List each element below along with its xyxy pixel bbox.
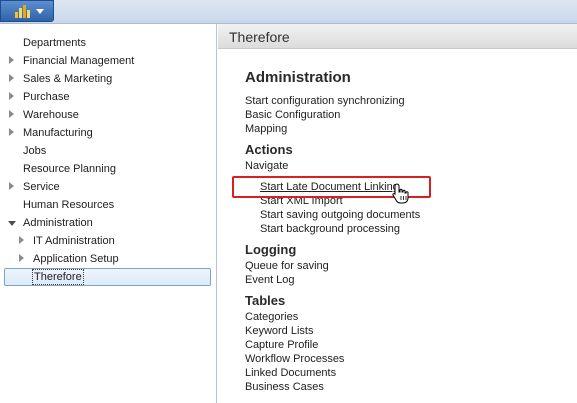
expand-arrow-icon[interactable] — [9, 56, 14, 64]
link-mapping[interactable]: Mapping — [245, 123, 287, 135]
link-start-saving-outgoing-documents[interactable]: Start saving outgoing documents — [260, 209, 420, 221]
section-heading-logging: Logging — [245, 242, 297, 257]
nav-item-label: Warehouse — [23, 109, 79, 121]
nav-item-purchase[interactable]: Purchase — [4, 88, 211, 106]
nav-item-warehouse[interactable]: Warehouse — [4, 106, 211, 124]
expand-arrow-icon[interactable] — [9, 92, 14, 100]
expand-arrow-icon[interactable] — [9, 128, 14, 136]
nav-item-it-administration[interactable]: IT Administration — [4, 232, 211, 250]
chevron-down-icon — [36, 9, 44, 14]
nav-item-label: Purchase — [23, 91, 70, 103]
expand-arrow-icon[interactable] — [19, 254, 24, 262]
nav-item-label: Manufacturing — [23, 127, 93, 139]
nav-item-label: Financial Management — [23, 55, 135, 67]
nav-item-therefore[interactable]: Therefore — [4, 268, 211, 286]
nav-item-service[interactable]: Service — [4, 178, 211, 196]
expand-arrow-icon[interactable] — [19, 236, 24, 244]
expand-arrow-icon[interactable] — [9, 182, 14, 190]
top-bar — [0, 0, 577, 24]
nav-item-application-setup[interactable]: Application Setup — [4, 250, 211, 268]
link-business-cases[interactable]: Business Cases — [245, 381, 324, 393]
section-heading-actions: Actions — [245, 142, 293, 157]
link-capture-profile[interactable]: Capture Profile — [245, 339, 318, 351]
nav-item-manufacturing[interactable]: Manufacturing — [4, 124, 211, 142]
nav-item-human-resources[interactable]: Human Resources — [4, 196, 211, 214]
link-queue-for-saving[interactable]: Queue for saving — [245, 260, 329, 272]
nav-item-label: Jobs — [23, 145, 47, 157]
link-workflow-processes[interactable]: Workflow Processes — [245, 353, 344, 365]
nav-item-label: Resource Planning — [23, 163, 116, 175]
link-start-background-processing[interactable]: Start background processing — [260, 223, 400, 235]
nav-item-label: IT Administration — [33, 235, 115, 247]
section-heading-tables: Tables — [245, 293, 286, 308]
nav-item-label: Sales & Marketing — [23, 73, 113, 85]
nav-item-jobs[interactable]: Jobs — [4, 142, 211, 160]
link-start-configuration-synchronizing[interactable]: Start configuration synchronizing — [245, 95, 405, 107]
content-pane: Therefore Administration Start configura… — [218, 24, 577, 403]
nav-item-resource-planning[interactable]: Resource Planning — [4, 160, 211, 178]
page-title: Therefore — [218, 24, 577, 49]
nav-item-departments[interactable]: Departments — [4, 34, 211, 52]
section-heading-administration: Administration — [245, 69, 351, 86]
navigation-pane: Departments Financial Management Sales &… — [0, 24, 217, 403]
link-linked-documents[interactable]: Linked Documents — [245, 367, 336, 379]
nav-item-label: Therefore — [32, 269, 84, 285]
nav-item-label: Service — [23, 181, 60, 193]
navigate-label: Navigate — [245, 160, 289, 172]
link-basic-configuration[interactable]: Basic Configuration — [245, 109, 340, 121]
application-menu-button[interactable] — [0, 0, 54, 22]
collapse-arrow-icon[interactable] — [8, 221, 16, 226]
expand-arrow-icon[interactable] — [9, 110, 14, 118]
nav-item-label: Human Resources — [23, 199, 115, 211]
nav-item-label: Departments — [23, 37, 86, 49]
nav-item-sales-marketing[interactable]: Sales & Marketing — [4, 70, 211, 88]
nav-item-administration[interactable]: Administration — [4, 214, 211, 232]
link-event-log[interactable]: Event Log — [245, 274, 295, 286]
expand-arrow-icon[interactable] — [9, 74, 14, 82]
therefore-logo-icon — [15, 5, 30, 18]
hand-cursor-icon — [392, 183, 409, 204]
link-categories[interactable]: Categories — [245, 311, 298, 323]
nav-item-label: Administration — [23, 217, 93, 229]
link-keyword-lists[interactable]: Keyword Lists — [245, 325, 313, 337]
nav-item-label: Application Setup — [33, 253, 119, 265]
nav-item-financial-management[interactable]: Financial Management — [4, 52, 211, 70]
